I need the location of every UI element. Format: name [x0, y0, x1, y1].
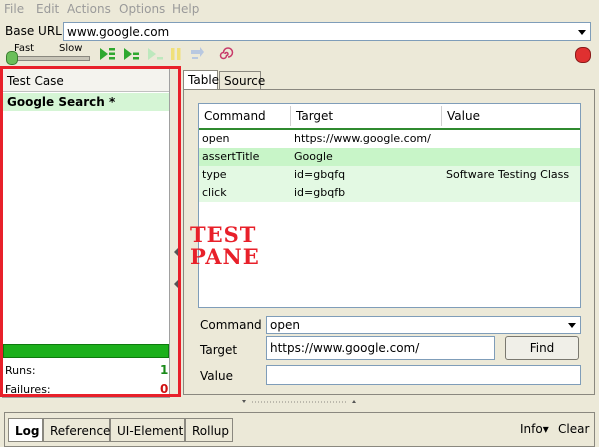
command-label: Command	[200, 318, 262, 332]
column-value[interactable]: Value	[447, 109, 480, 123]
tab-table-label: Table	[188, 73, 220, 87]
menu-file[interactable]: File	[4, 2, 24, 16]
menu-actions[interactable]: Actions	[67, 2, 111, 16]
tab-rollup-label: Rollup	[192, 424, 230, 438]
table-row[interactable]: type id=gbqfq Software Testing Class	[199, 166, 580, 184]
speed-slider-handle[interactable]	[6, 51, 18, 65]
menu-bar: File Edit Actions Options Help	[0, 0, 599, 20]
base-url-row: Base URL www.google.com	[0, 21, 599, 43]
record-button[interactable]	[575, 47, 591, 63]
tab-source-label: Source	[224, 74, 266, 88]
runs-label: Runs:	[5, 364, 36, 377]
table-row[interactable]: open https://www.google.com/	[199, 130, 580, 148]
value-field[interactable]	[266, 365, 581, 385]
row-command: open	[202, 132, 230, 145]
menu-options[interactable]: Options	[119, 2, 165, 16]
toolbar: Fast Slow	[0, 42, 599, 66]
base-url-label: Base URL	[5, 24, 62, 38]
row-target: id=gbqfq	[294, 168, 346, 181]
row-command: click	[202, 186, 227, 199]
tab-source[interactable]: Source	[219, 71, 265, 90]
runs-value: 1	[160, 363, 169, 377]
column-divider	[441, 106, 442, 126]
play-suite-icon[interactable]	[98, 46, 116, 62]
record-spiral-icon[interactable]	[216, 46, 234, 62]
column-divider	[290, 106, 291, 126]
base-url-value: www.google.com	[67, 25, 170, 39]
rollup-icon[interactable]	[188, 46, 206, 62]
test-case-item[interactable]: Google Search *	[3, 93, 169, 111]
failures-label: Failures:	[5, 383, 51, 396]
tab-table[interactable]: Table	[183, 70, 220, 90]
command-table: Command Target Value open https://www.go…	[198, 103, 581, 308]
bottom-panel: Log Reference UI-Element Rollup Info▾ Cl…	[0, 400, 599, 447]
test-case-item-label: Google Search *	[7, 95, 116, 109]
tab-ui-element[interactable]: UI-Element	[110, 418, 185, 442]
tab-reference[interactable]: Reference	[43, 418, 110, 442]
column-command[interactable]: Command	[204, 109, 266, 123]
column-target[interactable]: Target	[296, 109, 333, 123]
tab-reference-label: Reference	[50, 424, 111, 438]
table-row[interactable]: click id=gbqfb	[199, 184, 580, 202]
menu-help[interactable]: Help	[172, 2, 199, 16]
command-field-value: open	[270, 318, 300, 332]
row-command: assertTitle	[202, 150, 260, 163]
annotation-text-line2: PANE	[190, 244, 260, 269]
command-field[interactable]: open	[266, 316, 581, 334]
target-field[interactable]: https://www.google.com/	[266, 336, 495, 360]
tab-log[interactable]: Log	[8, 418, 43, 442]
find-button[interactable]: Find	[505, 336, 579, 360]
step-icon[interactable]	[146, 46, 164, 62]
play-test-case-icon[interactable]	[122, 46, 140, 62]
table-header: Command Target Value	[199, 104, 580, 130]
row-command: type	[202, 168, 227, 181]
row-target: Google	[294, 150, 333, 163]
info-menu[interactable]: Info▾	[520, 422, 549, 436]
failures-value: 0	[160, 382, 169, 396]
target-label: Target	[200, 343, 238, 357]
test-case-header-label: Test Case	[7, 74, 64, 88]
tab-rollup[interactable]: Rollup	[185, 418, 233, 442]
pause-icon[interactable]	[167, 46, 185, 62]
chevron-down-icon[interactable]	[578, 30, 586, 35]
row-target: https://www.google.com/	[294, 132, 431, 145]
base-url-input[interactable]: www.google.com	[63, 22, 591, 41]
test-case-header[interactable]: Test Case	[3, 69, 169, 92]
menu-edit[interactable]: Edit	[36, 2, 59, 16]
table-row[interactable]: assertTitle Google	[199, 148, 580, 166]
speed-slider[interactable]	[8, 56, 90, 61]
test-progress-bar	[3, 344, 169, 358]
value-label: Value	[200, 369, 233, 383]
row-target: id=gbqfb	[294, 186, 346, 199]
tab-ui-element-label: UI-Element	[117, 424, 184, 438]
chevron-down-icon[interactable]	[568, 323, 576, 328]
speed-slow-label: Slow	[59, 43, 83, 54]
pane-splitter[interactable]	[172, 68, 180, 398]
clear-button[interactable]: Clear	[558, 422, 589, 436]
target-field-value: https://www.google.com/	[270, 341, 420, 355]
row-value: Software Testing Class	[446, 168, 570, 181]
tab-log-label: Log	[15, 424, 40, 438]
